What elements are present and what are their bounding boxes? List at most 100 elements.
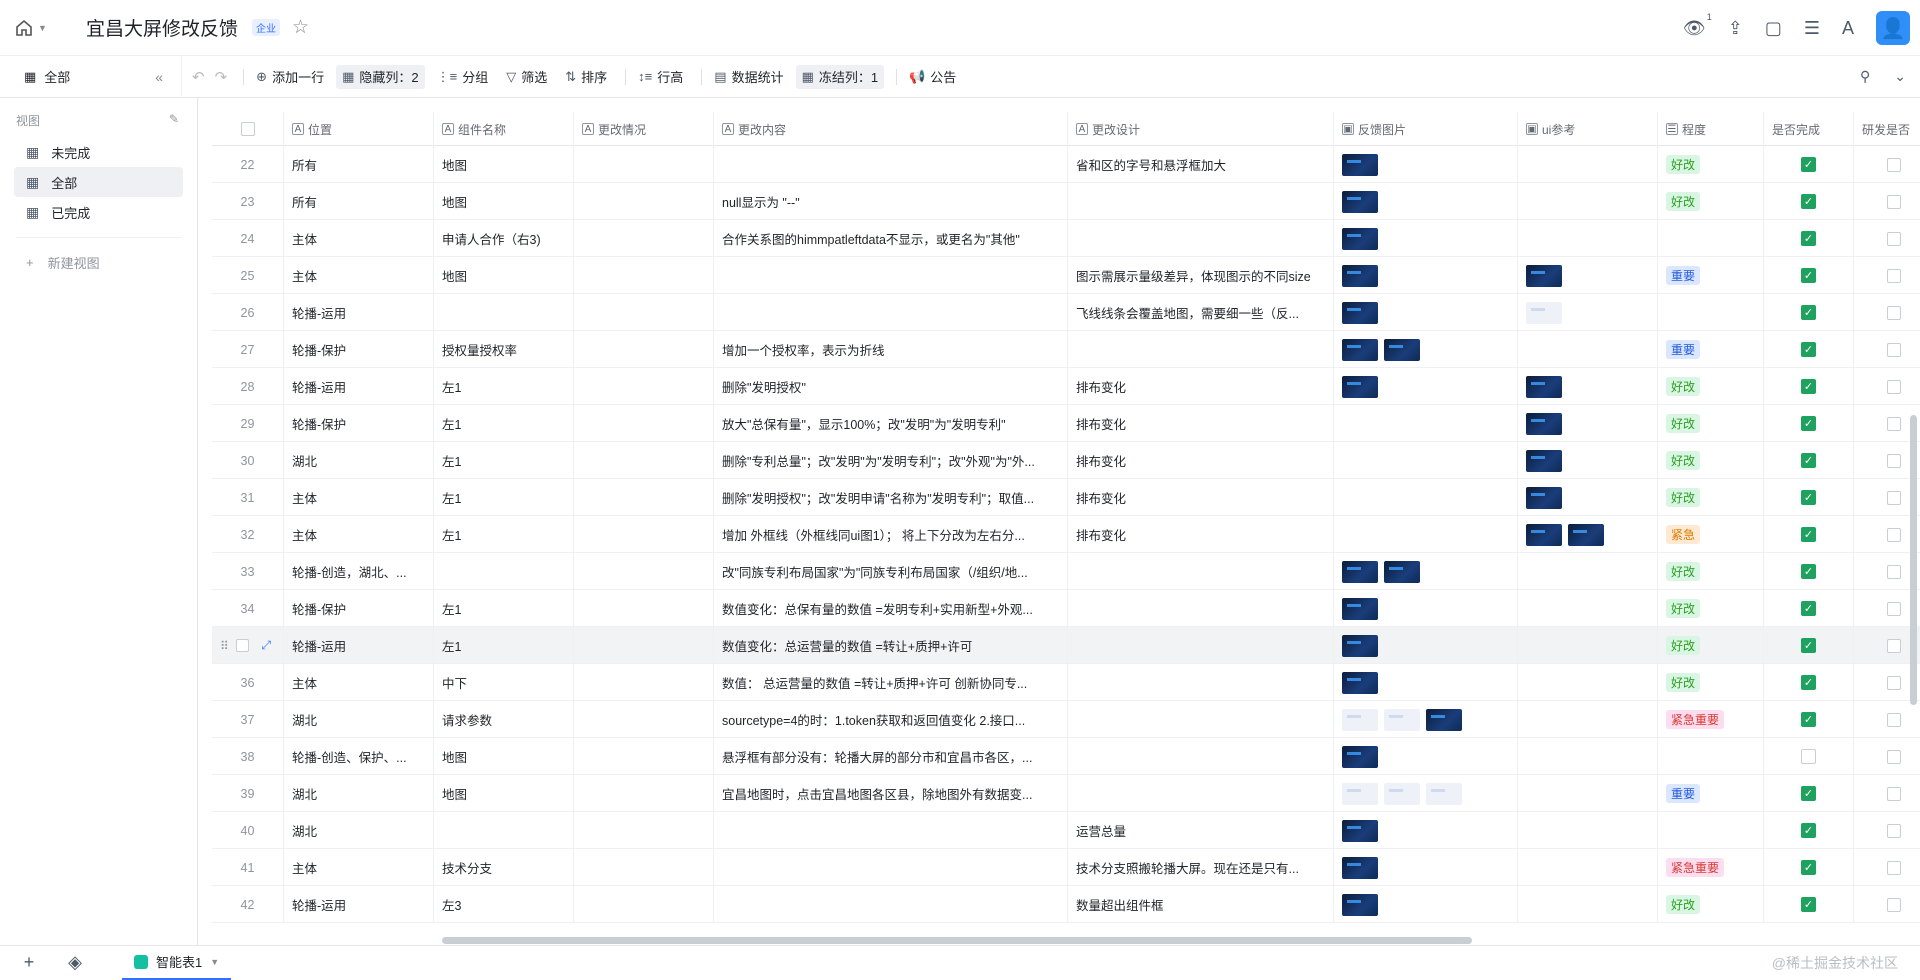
level-cell[interactable]: 紧急 bbox=[1658, 516, 1764, 553]
done-cell[interactable]: ✓ bbox=[1764, 183, 1854, 220]
image-thumbnail[interactable] bbox=[1342, 560, 1378, 583]
level-cell[interactable]: 好改 bbox=[1658, 627, 1764, 664]
share-icon[interactable]: ⇪ bbox=[1728, 18, 1743, 39]
done-checkbox[interactable]: ✓ bbox=[1801, 268, 1816, 283]
change-design-cell[interactable] bbox=[1068, 738, 1334, 775]
change-status-cell[interactable] bbox=[574, 738, 714, 775]
column-header-feedback-image[interactable]: ▣ 反馈图片 bbox=[1334, 112, 1518, 146]
image-thumbnail[interactable] bbox=[1526, 486, 1562, 509]
dev-done-checkbox[interactable] bbox=[1886, 527, 1901, 542]
change-content-cell[interactable]: sourcetype=4的时：1.token获取和返回值变化 2.接口... bbox=[714, 701, 1068, 738]
image-thumbnail[interactable] bbox=[1526, 375, 1562, 398]
ui-reference-cell[interactable] bbox=[1518, 442, 1658, 479]
dev-done-cell[interactable] bbox=[1854, 331, 1920, 368]
image-thumbnail[interactable] bbox=[1342, 597, 1378, 620]
done-cell[interactable]: ✓ bbox=[1764, 590, 1854, 627]
done-checkbox[interactable]: ✓ bbox=[1801, 786, 1816, 801]
feedback-image-cell[interactable] bbox=[1334, 849, 1518, 886]
change-design-cell[interactable]: 飞线线条会覆盖地图，需要细一些（反... bbox=[1068, 294, 1334, 331]
dev-done-cell[interactable] bbox=[1854, 849, 1920, 886]
new-view-button[interactable]: + 新建视图 bbox=[0, 248, 197, 276]
image-thumbnail[interactable] bbox=[1342, 856, 1378, 879]
image-thumbnail[interactable] bbox=[1526, 412, 1562, 435]
row-number-cell[interactable]: 30 bbox=[212, 442, 284, 479]
feedback-image-cell[interactable] bbox=[1334, 368, 1518, 405]
done-cell[interactable]: ✓ bbox=[1764, 405, 1854, 442]
change-content-cell[interactable]: 删除"专利总量"；改"发明"为"发明专利"；改"外观"为"外... bbox=[714, 442, 1068, 479]
dev-done-cell[interactable] bbox=[1854, 183, 1920, 220]
row-number-cell[interactable]: 27 bbox=[212, 331, 284, 368]
level-cell[interactable]: 重要 bbox=[1658, 775, 1764, 812]
dev-done-cell[interactable] bbox=[1854, 220, 1920, 257]
position-cell[interactable]: 湖北 bbox=[284, 812, 434, 849]
level-cell[interactable]: 好改 bbox=[1658, 553, 1764, 590]
row-number-cell[interactable]: 22 bbox=[212, 146, 284, 183]
sheet-tab[interactable]: 智能表1 ▼ bbox=[122, 946, 232, 980]
horizontal-scrollbar[interactable] bbox=[442, 937, 1472, 944]
dev-done-checkbox[interactable] bbox=[1886, 416, 1901, 431]
dev-done-checkbox[interactable] bbox=[1886, 490, 1901, 505]
feedback-image-cell[interactable] bbox=[1334, 331, 1518, 368]
row-number-cell[interactable]: 37 bbox=[212, 701, 284, 738]
dev-done-cell[interactable] bbox=[1854, 294, 1920, 331]
table-row[interactable]: 28 轮播-运用 左1 删除"发明授权" 排布变化 好改 ✓ bbox=[212, 368, 1920, 405]
component-cell[interactable]: 地图 bbox=[434, 146, 574, 183]
change-content-cell[interactable]: 宜昌地图时，点击宜昌地图各区县，除地图外有数据变... bbox=[714, 775, 1068, 812]
header-select-all[interactable] bbox=[212, 112, 284, 146]
ui-reference-cell[interactable] bbox=[1518, 590, 1658, 627]
change-status-cell[interactable] bbox=[574, 442, 714, 479]
table-row[interactable]: 33 轮播-创造，湖北、... 改"同族专利布局国家"为"同族专利布局国家（/组织/… bbox=[212, 553, 1920, 590]
image-thumbnail[interactable] bbox=[1342, 153, 1378, 176]
dev-done-cell[interactable] bbox=[1854, 775, 1920, 812]
component-cell[interactable] bbox=[434, 553, 574, 590]
component-cell[interactable]: 授权量授权率 bbox=[434, 331, 574, 368]
level-cell[interactable] bbox=[1658, 812, 1764, 849]
font-icon[interactable]: A bbox=[1842, 18, 1854, 39]
position-cell[interactable]: 轮播-保护 bbox=[284, 405, 434, 442]
change-status-cell[interactable] bbox=[574, 886, 714, 923]
done-cell[interactable]: ✓ bbox=[1764, 146, 1854, 183]
done-checkbox[interactable]: ✓ bbox=[1801, 675, 1816, 690]
feedback-image-cell[interactable] bbox=[1334, 516, 1518, 553]
component-cell[interactable]: 左3 bbox=[434, 886, 574, 923]
ui-reference-cell[interactable] bbox=[1518, 146, 1658, 183]
ui-reference-cell[interactable] bbox=[1518, 183, 1658, 220]
image-thumbnail[interactable] bbox=[1342, 301, 1378, 324]
watch-icon[interactable]: 👁 1 bbox=[1683, 12, 1712, 39]
done-checkbox[interactable]: ✓ bbox=[1801, 194, 1816, 209]
dev-done-checkbox[interactable] bbox=[1886, 712, 1901, 727]
change-content-cell[interactable]: 改"同族专利布局国家"为"同族专利布局国家（/组织/地... bbox=[714, 553, 1068, 590]
dev-done-checkbox[interactable] bbox=[1886, 749, 1901, 764]
feedback-image-cell[interactable] bbox=[1334, 738, 1518, 775]
position-cell[interactable]: 湖北 bbox=[284, 775, 434, 812]
row-number-cell[interactable]: 32 bbox=[212, 516, 284, 553]
done-checkbox[interactable]: ✓ bbox=[1801, 712, 1816, 727]
table-row[interactable]: 34 轮播-保护 左1 数值变化：总保有量的数值 =发明专利+实用新型+外观... 好改… bbox=[212, 590, 1920, 627]
dev-done-cell[interactable] bbox=[1854, 886, 1920, 923]
feedback-image-cell[interactable] bbox=[1334, 886, 1518, 923]
chevron-down-icon[interactable]: ▼ bbox=[210, 957, 219, 967]
level-cell[interactable]: 好改 bbox=[1658, 405, 1764, 442]
feedback-image-cell[interactable] bbox=[1334, 257, 1518, 294]
component-cell[interactable]: 地图 bbox=[434, 257, 574, 294]
done-cell[interactable]: ✓ bbox=[1764, 701, 1854, 738]
image-thumbnail[interactable] bbox=[1342, 708, 1378, 731]
ui-reference-cell[interactable] bbox=[1518, 331, 1658, 368]
change-design-cell[interactable]: 数量超出组件框 bbox=[1068, 886, 1334, 923]
component-cell[interactable]: 中下 bbox=[434, 664, 574, 701]
done-cell[interactable]: ✓ bbox=[1764, 886, 1854, 923]
table-row[interactable]: 31 主体 左1 删除"发明授权"；改"发明申请"名称为"发明专利"；取值... 排布变… bbox=[212, 479, 1920, 516]
ui-reference-cell[interactable] bbox=[1518, 257, 1658, 294]
component-cell[interactable]: 请求参数 bbox=[434, 701, 574, 738]
position-cell[interactable]: 主体 bbox=[284, 257, 434, 294]
done-cell[interactable]: ✓ bbox=[1764, 442, 1854, 479]
level-cell[interactable]: 紧急重要 bbox=[1658, 849, 1764, 886]
done-checkbox[interactable]: ✓ bbox=[1801, 527, 1816, 542]
change-design-cell[interactable] bbox=[1068, 775, 1334, 812]
change-content-cell[interactable] bbox=[714, 886, 1068, 923]
feedback-image-cell[interactable] bbox=[1334, 146, 1518, 183]
column-header-done[interactable]: 是否完成 bbox=[1764, 112, 1854, 146]
table-row[interactable]: 36 主体 中下 数值： 总运营量的数值 =转让+质押+许可 创新协同专... 好改 ✓ bbox=[212, 664, 1920, 701]
layers-icon[interactable]: ◈ bbox=[58, 952, 92, 973]
component-cell[interactable]: 左1 bbox=[434, 479, 574, 516]
